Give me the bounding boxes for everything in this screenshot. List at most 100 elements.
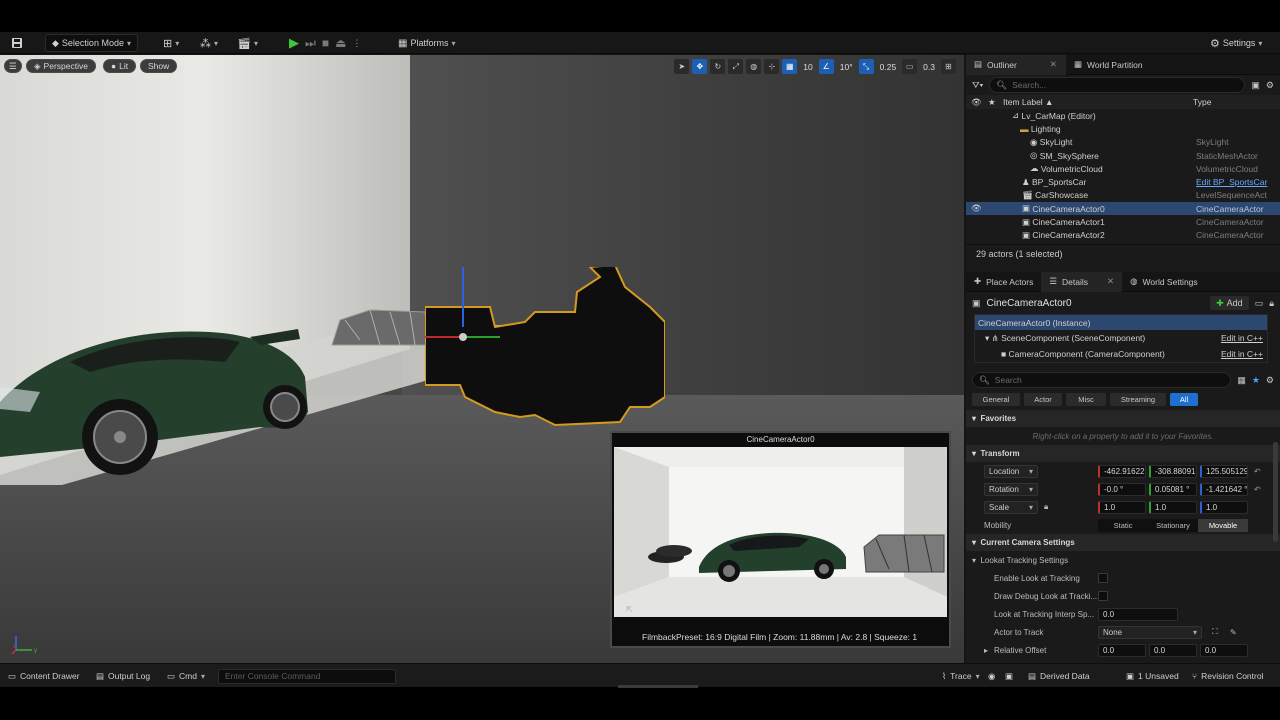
reset-icon[interactable]: ↶ [1254,485,1261,494]
eject-icon[interactable]: ⏏ [335,36,346,50]
filter-icon[interactable]: ⛛▾ [972,80,983,91]
favorites-section[interactable]: ▾ Favorites [966,410,1280,427]
platforms-dropdown[interactable]: ▦ Platforms ▾ [398,32,455,54]
scale-tool-icon[interactable]: ⤢ [728,59,744,74]
translate-tool-icon[interactable]: ✥ [692,59,708,74]
list-item[interactable]: 🎬︎ CarShowcase LevelSequenceAct [966,189,1280,202]
list-item[interactable]: ◉ SkyLight SkyLight [966,136,1280,149]
lock-icon[interactable]: 🔒︎ [1269,298,1274,309]
favorite-star-icon[interactable]: ★ [1252,375,1260,386]
level-viewport[interactable]: ☰ ◈ Perspective ● Lit Show ➤ ✥ ↻ ⤢ ◍ ⊹ ▦ 1… [0,55,964,663]
details-search-input[interactable]: 🔍︎ Search [972,372,1232,388]
cinematics-button[interactable]: 🎬︎ ▾ [237,32,258,54]
edit-cpp-link[interactable]: Edit in C++ [1221,333,1263,343]
pin-icon[interactable]: ⇱ [626,605,633,614]
chevron-right-icon[interactable]: ▸ [984,646,988,655]
transform-section[interactable]: ▾ Transform [966,445,1280,462]
offset-x-field[interactable]: 0.0 [1098,643,1146,657]
resize-handle[interactable] [618,685,698,688]
offset-y-field[interactable]: 0.0 [1149,643,1197,657]
details-scrollbar[interactable] [1273,442,1278,542]
world-local-icon[interactable]: ◍ [746,59,762,74]
output-log-button[interactable]: ▤ Output Log [96,664,150,688]
rotation-y-field[interactable]: 0.05081 ° [1149,482,1197,496]
eyedropper-icon[interactable]: ✎ [1230,628,1237,637]
component-instance[interactable]: CineCameraActor0 (Instance) [975,315,1267,330]
selection-mode-dropdown[interactable]: ◆ Selection Mode ▾ [45,34,138,52]
outliner-settings-icon[interactable]: ⚙ [1266,80,1274,91]
camera-speed-value[interactable]: 0.3 [920,62,938,72]
scale-z-field[interactable]: 1.0 [1200,500,1248,514]
add-component-button[interactable]: ✚ Add [1210,296,1249,310]
category-general[interactable]: General [972,393,1020,406]
browse-icon[interactable]: ⛶ [1212,627,1218,637]
offset-z-field[interactable]: 0.0 [1200,643,1248,657]
location-x-field[interactable]: -462.916229 [1098,464,1146,478]
step-icon[interactable]: ⏭ [305,36,316,51]
lock-icon[interactable]: 🔒︎ [1044,502,1048,512]
blueprints-button[interactable]: ⁂ ▾ [200,32,218,54]
category-actor[interactable]: Actor [1024,393,1062,406]
actor-to-track-dropdown[interactable]: None ▾ [1098,625,1202,639]
rotation-snap-icon[interactable]: ∠ [818,59,834,74]
settings-button[interactable]: ⚙ Settings ▾ [1210,32,1262,54]
rotation-x-field[interactable]: -0.0 ° [1098,482,1146,496]
reset-icon[interactable]: ↶ [1254,467,1261,476]
rotation-snap-value[interactable]: 10° [837,62,856,72]
list-item[interactable]: ♟ BP_SportsCar Edit BP_SportsCar [966,175,1280,188]
camera-speed-icon[interactable]: ▭ [902,59,918,74]
category-all[interactable]: All [1170,393,1198,406]
location-dropdown[interactable]: Location ▾ [984,464,1038,478]
list-item-selected[interactable]: 👁︎ ▣ CineCameraActor0 CineCameraActor [966,202,1280,216]
rotation-dropdown[interactable]: Rotation ▾ [984,482,1038,496]
actor-name[interactable]: CineCameraActor0 [987,298,1205,309]
list-item[interactable]: ☁ VolumetricCloud VolumetricCloud [966,162,1280,175]
content-drawer-button[interactable]: ▭ Content Drawer [8,664,80,688]
mobility-stationary[interactable]: Stationary [1148,519,1198,532]
list-item[interactable]: ◎ SM_SkySphere StaticMeshActor [966,149,1280,162]
select-tool-icon[interactable]: ➤ [674,59,690,74]
edit-blueprint-link[interactable]: Edit BP_SportsCar [1196,177,1267,187]
category-streaming[interactable]: Streaming [1110,393,1166,406]
grid-snap-value[interactable]: 10 [800,62,815,72]
lit-button[interactable]: ● Lit [103,59,137,73]
list-item[interactable]: ⊿ Lv_CarMap (Editor) [966,109,1280,122]
grid-snap-icon[interactable]: ▦ [782,59,798,74]
add-content-button[interactable]: ⊞ ▾ [163,32,179,54]
tab-world-settings[interactable]: ◍ World Settings [1122,272,1206,292]
draw-debug-checkbox[interactable] [1098,591,1108,601]
console-command-input[interactable]: Enter Console Command [218,668,396,684]
enable-lookat-checkbox[interactable] [1098,573,1108,583]
scale-snap-icon[interactable]: ⤡ [858,59,874,74]
mobility-static[interactable]: Static [1098,519,1148,532]
current-camera-settings-section[interactable]: ▾ Current Camera Settings [966,534,1280,551]
play-options-icon[interactable]: ⋮ [352,38,361,49]
col-item-label[interactable]: Item Label ▲ [1003,97,1053,107]
scale-x-field[interactable]: 1.0 [1098,500,1146,514]
show-button[interactable]: Show [140,59,178,73]
surface-snap-icon[interactable]: ⊹ [764,59,780,74]
tab-outliner[interactable]: ▤ Outliner ✕ [966,54,1066,75]
blueprint-convert-icon[interactable]: ▭ [1255,298,1264,309]
list-item[interactable]: ▣ CineCameraActor2 CineCameraActor [966,229,1280,242]
scene-component[interactable]: ▾ ⋔ SceneComponent (SceneComponent) Edit … [975,330,1267,346]
interp-speed-field[interactable]: 0.0 [1098,607,1178,621]
maximize-viewport-icon[interactable]: ⊞ [941,59,956,74]
stop-icon[interactable]: ■ [322,36,329,50]
scale-snap-value[interactable]: 0.25 [877,62,900,72]
location-y-field[interactable]: -308.880916 [1149,464,1197,478]
tab-place-actors[interactable]: ✚ Place Actors [966,272,1041,292]
list-item[interactable]: ▬ Lighting [966,122,1280,135]
perspective-button[interactable]: ◈ Perspective [26,59,96,73]
cmd-dropdown[interactable]: ▭ Cmd ▾ [167,664,205,688]
play-icon[interactable]: ▶ [289,35,299,51]
scale-dropdown[interactable]: Scale ▾ [984,500,1038,514]
edit-cpp-link[interactable]: Edit in C++ [1221,349,1263,359]
visibility-eye-icon[interactable]: 👁︎ [971,203,982,214]
trace-button[interactable]: ⌇ Trace ▾ [942,664,980,688]
record-icon[interactable]: ◉ [988,664,995,688]
unsaved-button[interactable]: ▣ 1 Unsaved [1126,664,1179,688]
details-settings-icon[interactable]: ⚙ [1266,375,1274,386]
close-icon[interactable]: ✕ [1050,59,1057,70]
location-z-field[interactable]: 125.505129 [1200,464,1248,478]
